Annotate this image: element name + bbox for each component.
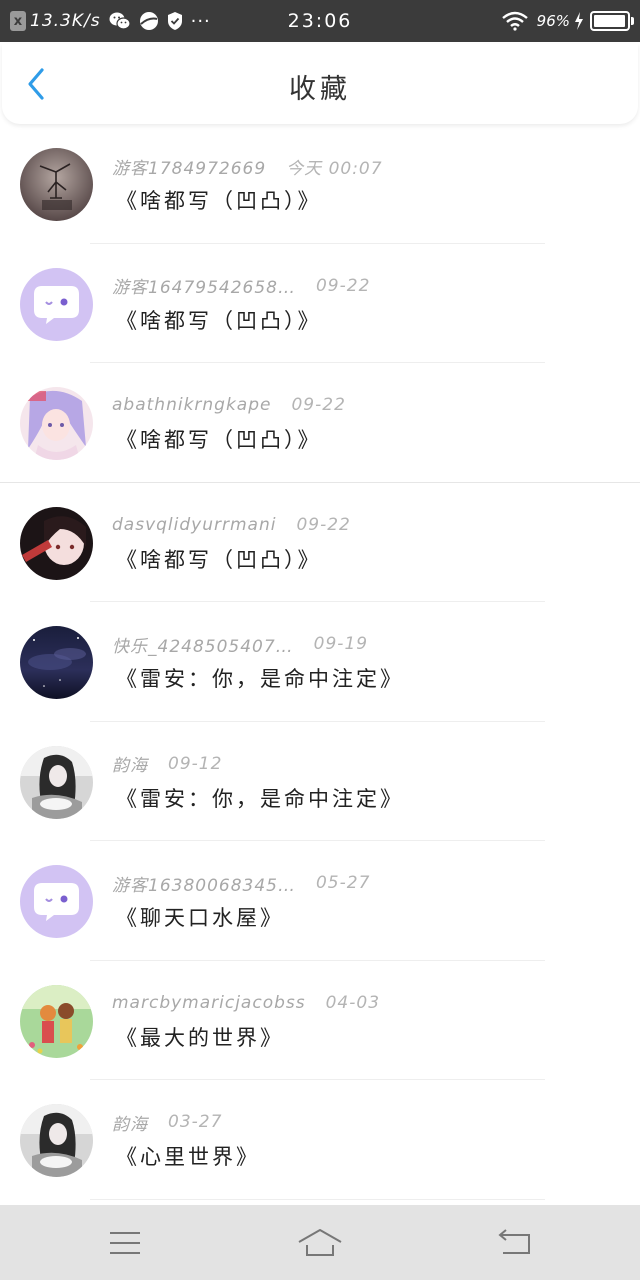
avatar[interactable] (20, 387, 93, 460)
home-button[interactable] (290, 1223, 350, 1263)
item-meta: marcbymaricjacobss 04-03 (112, 991, 380, 1015)
story-title: 《啥都写（凹凸）》 (116, 308, 322, 333)
timestamp: 09-22 (291, 395, 346, 415)
story-title: 《啥都写（凹凸）》 (116, 547, 322, 572)
story-title: 《雷安：你，是命中注定》 (116, 667, 404, 691)
author-name: marcbymaricjacobss (112, 992, 306, 1013)
screen: x 13.3K/s ··· 23:06 96% 收藏 游客1784972669 … (0, 0, 640, 1280)
item-meta: abathnikrngkape 09-22 (112, 393, 346, 417)
back-icon (498, 1229, 530, 1254)
author-name: 韵海 (112, 1114, 148, 1135)
system-back-button[interactable] (485, 1223, 545, 1263)
favorite-item[interactable]: 游客16479542658… 09-22 《啥都写（凹凸）》 (0, 244, 640, 363)
item-meta: 韵海 03-27 (112, 1110, 223, 1135)
author-name: abathnikrngkape (112, 395, 272, 415)
timestamp: 09-22 (315, 275, 371, 296)
menu-icon (110, 1232, 140, 1254)
timestamp: 04-03 (325, 992, 381, 1013)
favorite-item[interactable]: marcbymaricjacobss 04-03 《最大的世界》 (0, 961, 640, 1080)
battery-percent: 96% (536, 12, 570, 30)
story-title: 《最大的世界》 (116, 1025, 284, 1050)
author-name: 韵海 (112, 756, 148, 776)
battery-tip (631, 17, 634, 25)
divider (90, 1198, 545, 1200)
story-title: 《啥都写（凹凸）》 (116, 428, 322, 452)
item-meta: dasvqlidyurrmani 09-22 (112, 513, 351, 537)
avatar[interactable] (20, 745, 93, 819)
timestamp: 03-27 (168, 1112, 223, 1132)
favorite-item[interactable]: 快乐_4248505407… 09-19 《雷安：你，是命中注定》 (0, 602, 640, 722)
avatar[interactable] (20, 148, 93, 221)
author-name: dasvqlidyurrmani (112, 514, 277, 535)
status-right: 96% (493, 0, 634, 42)
header: 收藏 (2, 44, 638, 124)
author-name: 游客16479542658… (112, 278, 296, 298)
avatar[interactable] (20, 1104, 93, 1177)
timestamp: 09-19 (313, 634, 369, 654)
home-icon (298, 1229, 342, 1256)
item-meta: 游客1784972669 今天 00:07 (112, 154, 383, 179)
item-meta: 快乐_4248505407… 09-19 (112, 632, 369, 657)
favorite-item[interactable]: abathnikrngkape 09-22 《啥都写（凹凸）》 (0, 363, 640, 483)
page-title: 收藏 (289, 74, 351, 105)
timestamp: 09-12 (168, 753, 223, 774)
avatar[interactable] (20, 984, 93, 1058)
favorite-item[interactable]: 韵海 03-27 《心里世界》 (0, 1080, 640, 1200)
favorites-list: 游客1784972669 今天 00:07 《啥都写（凹凸）》 游客16479542… (0, 124, 640, 1204)
timestamp: 05-27 (315, 873, 371, 893)
story-title: 《啥都写（凹凸）》 (116, 189, 322, 213)
battery-icon (590, 11, 634, 31)
menu-button[interactable] (95, 1223, 155, 1263)
item-meta: 游客16479542658… 09-22 (112, 274, 371, 299)
author-name: 游客16380068345… (112, 875, 296, 896)
favorite-item[interactable]: 游客1784972669 今天 00:07 《啥都写（凹凸）》 (0, 124, 640, 244)
story-title: 《心里世界》 (116, 1145, 260, 1169)
battery-fill (594, 15, 625, 27)
avatar[interactable] (20, 267, 93, 341)
story-title: 《聊天口水屋》 (116, 906, 284, 930)
avatar[interactable] (20, 506, 93, 580)
item-meta: 游客16380068345… 05-27 (112, 871, 371, 896)
timestamp: 今天 00:07 (286, 158, 383, 179)
avatar[interactable] (20, 865, 93, 938)
story-title: 《雷安：你，是命中注定》 (116, 786, 404, 811)
favorite-item[interactable]: dasvqlidyurrmani 09-22 《啥都写（凹凸）》 (0, 483, 640, 602)
wifi-icon (501, 11, 529, 31)
author-name: 游客1784972669 (112, 158, 267, 179)
avatar[interactable] (20, 626, 93, 699)
author-name: 快乐_4248505407… (112, 636, 294, 657)
navigation-bar (0, 1205, 640, 1280)
status-bar: x 13.3K/s ··· 23:06 96% (0, 0, 640, 42)
favorite-item[interactable]: 韵海 09-12 《雷安：你，是命中注定》 (0, 722, 640, 841)
favorite-item[interactable]: 游客16380068345… 05-27 《聊天口水屋》 (0, 841, 640, 961)
charging-bolt-icon (574, 11, 584, 31)
timestamp: 09-22 (296, 514, 351, 535)
item-meta: 韵海 09-12 (112, 752, 223, 777)
